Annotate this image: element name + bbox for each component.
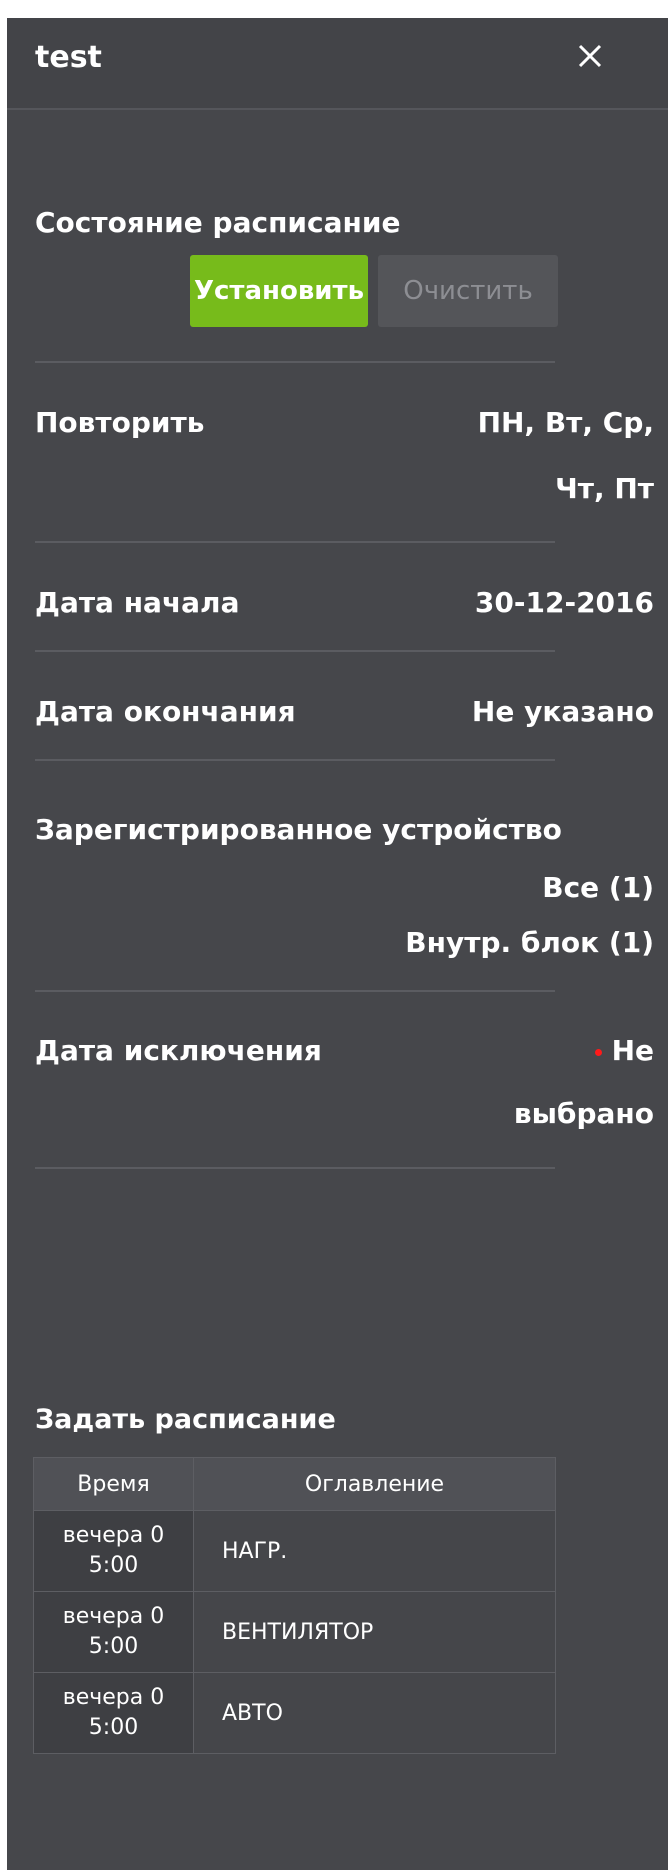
time-cell: вечера 0 5:00 — [33, 1510, 194, 1592]
content-cell: ВЕНТИЛЯТОР — [193, 1591, 556, 1673]
panel-title: test — [35, 40, 102, 75]
schedule-state-label: Состояние расписание — [35, 206, 401, 239]
time-cell: вечера 0 5:00 — [33, 1672, 194, 1754]
schedule-detail-panel: test Состояние расписание Установить Очи… — [7, 18, 668, 1870]
table-header-row: Время Оглавление — [33, 1457, 556, 1511]
panel-header: test — [7, 18, 668, 110]
repeat-value-line1: ПН, Вт, Ср, — [477, 406, 654, 439]
time-value: 5:00 — [88, 1553, 139, 1578]
exclusion-date-label: Дата исключения — [35, 1034, 322, 1067]
time-cell: вечера 0 5:00 — [33, 1591, 194, 1673]
content-cell: АВТО — [193, 1672, 556, 1754]
red-dot-icon — [594, 1048, 602, 1056]
column-header-content: Оглавление — [193, 1457, 556, 1511]
exclusion-date-value-line1: Не — [594, 1034, 654, 1067]
time-period: вечера 0 — [62, 1523, 165, 1548]
registered-device-label: Зарегистрированное устройство — [35, 813, 562, 846]
column-header-time: Время — [33, 1457, 194, 1511]
end-date-value: Не указано — [471, 695, 654, 728]
time-period: вечера 0 — [62, 1685, 165, 1710]
registered-device-all: Все (1) — [542, 871, 654, 904]
time-value: 5:00 — [88, 1634, 139, 1659]
divider — [35, 990, 555, 992]
set-schedule-label: Задать расписание — [35, 1404, 336, 1435]
divider — [35, 1167, 555, 1169]
start-date-label: Дата начала — [35, 586, 240, 619]
content-cell: НАГР. — [193, 1510, 556, 1592]
exclusion-date-value-text: Не — [611, 1034, 654, 1067]
time-value: 5:00 — [88, 1715, 139, 1740]
divider — [35, 361, 555, 363]
repeat-label: Повторить — [35, 406, 205, 439]
set-button[interactable]: Установить — [190, 255, 368, 327]
exclusion-date-value-line2: выбрано — [513, 1097, 654, 1130]
divider — [35, 650, 555, 652]
registered-device-indoor-unit: Внутр. блок (1) — [405, 926, 654, 959]
end-date-label: Дата окончания — [35, 695, 296, 728]
time-period: вечера 0 — [62, 1604, 165, 1629]
repeat-value-line2: Чт, Пт — [555, 472, 654, 505]
close-icon[interactable] — [570, 36, 610, 76]
schedule-table: Время Оглавление вечера 0 5:00 НАГР. веч… — [33, 1457, 556, 1754]
table-row[interactable]: вечера 0 5:00 АВТО — [33, 1672, 556, 1754]
divider — [35, 759, 555, 761]
clear-button[interactable]: Очистить — [378, 255, 558, 327]
table-row[interactable]: вечера 0 5:00 НАГР. — [33, 1510, 556, 1592]
table-row[interactable]: вечера 0 5:00 ВЕНТИЛЯТОР — [33, 1591, 556, 1673]
start-date-value: 30-12-2016 — [474, 586, 654, 619]
divider — [35, 541, 555, 543]
